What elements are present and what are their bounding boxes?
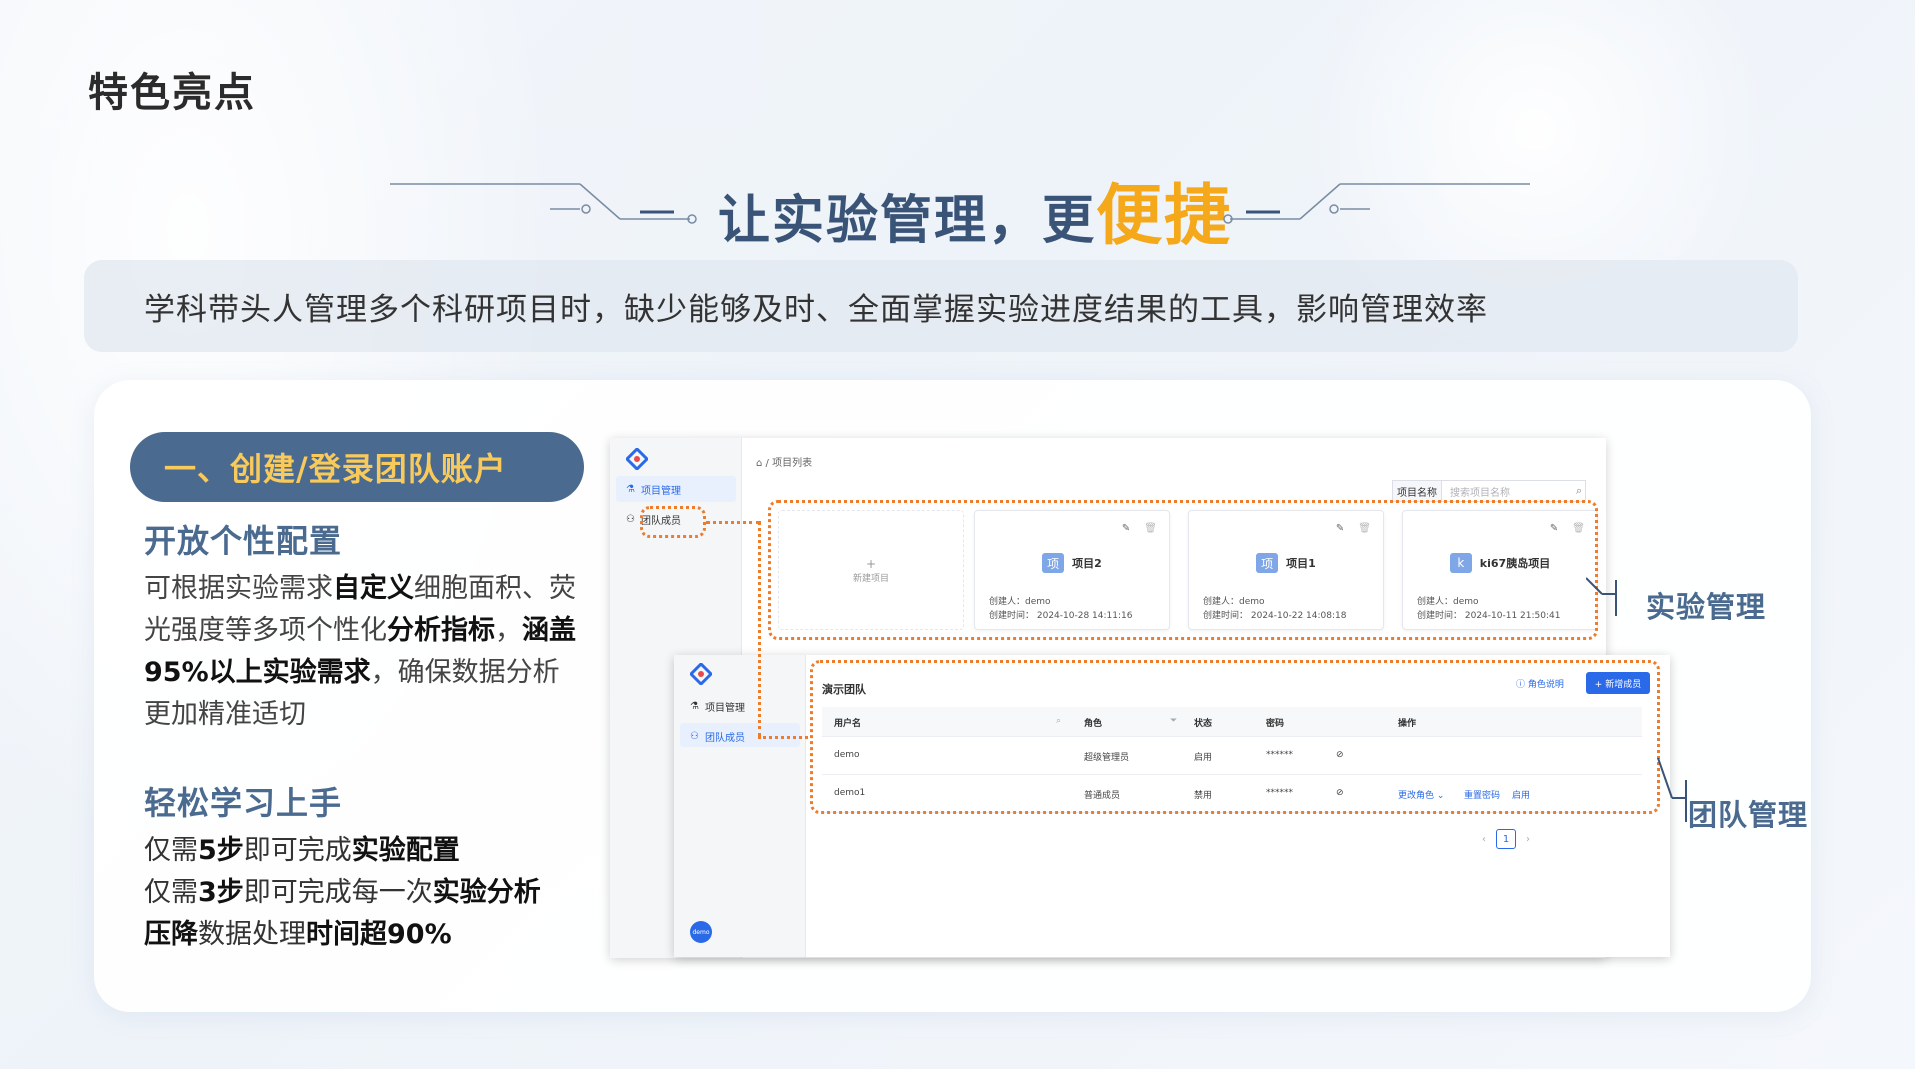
connector-line bbox=[706, 521, 760, 524]
search-input[interactable]: 搜索项目名称 bbox=[1442, 480, 1586, 502]
change-role-link[interactable]: 更改角色 ⌄ bbox=[1398, 788, 1444, 801]
project-name: 项目1 bbox=[1286, 557, 1316, 570]
chevron-down-icon: ⌄ bbox=[1436, 791, 1445, 801]
step-pill: 一、创建/登录团队账户 bbox=[130, 432, 584, 502]
flask-icon: ⚗ bbox=[626, 484, 635, 495]
page-number[interactable]: 1 bbox=[1496, 829, 1516, 849]
filter-icon[interactable]: ⏷ bbox=[1170, 716, 1177, 726]
table-row: demo1 普通成员 禁用 ****** ⊘ 更改角色 ⌄ 重置密码 启用 bbox=[822, 775, 1642, 813]
plus-icon: + bbox=[865, 556, 877, 571]
feature-easy-learning: 轻松学习上手 仅需5步即可完成实验配置 仅需3步即可完成每一次实验分析 压降数据… bbox=[144, 778, 541, 956]
feature2-line3: 压降数据处理时间超90% bbox=[144, 919, 452, 950]
step-label: 一、创建/登录团队账户 bbox=[164, 450, 507, 488]
avatar[interactable]: demo bbox=[690, 921, 712, 943]
title-row: 让实验管理，更便捷 bbox=[0, 150, 1915, 254]
edit-icon[interactable]: ✎ bbox=[1336, 523, 1344, 534]
sidebar: ⚗ 项目管理 ⚇ 团队成员 demo bbox=[674, 655, 806, 957]
delete-icon[interactable]: 🗑 bbox=[1572, 523, 1585, 534]
app-logo-icon bbox=[626, 448, 648, 470]
project-badge: k bbox=[1449, 553, 1472, 573]
main-title-prefix: 让实验管理，更 bbox=[718, 191, 1097, 251]
next-page-icon[interactable]: › bbox=[1526, 834, 1530, 845]
feature-custom-config: 开放个性配置 可根据实验需求自定义细胞面积、荧光强度等多项个性化分析指标，涵盖9… bbox=[144, 516, 584, 736]
feature2-line2: 仅需3步即可完成每一次实验分析 bbox=[144, 877, 541, 908]
add-member-button[interactable]: + 新增成员 bbox=[1586, 672, 1650, 694]
right-circuit-decoration bbox=[1223, 183, 1530, 224]
pain-point-bar: 学科带头人管理多个科研项目时，缺少能够及时、全面掌握实验进度结果的工具，影响管理… bbox=[84, 260, 1798, 352]
prev-page-icon[interactable]: ‹ bbox=[1482, 834, 1486, 845]
project-card[interactable]: ✎ 🗑 项项目2 创建人：demo 创建时间： 2024-10-28 14:11:1… bbox=[974, 510, 1170, 630]
pagination: ‹ 1 › bbox=[1482, 829, 1530, 849]
new-project-card[interactable]: + 新建项目 bbox=[778, 510, 964, 630]
project-badge: 项 bbox=[1256, 553, 1279, 573]
experiment-callout-pointer bbox=[1586, 577, 1617, 616]
feature1-desc: 可根据实验需求自定义细胞面积、荧光强度等多项个性化分析指标，涵盖95%以上实验需… bbox=[144, 573, 576, 730]
experiment-management-callout: 实验管理 bbox=[1646, 590, 1767, 624]
users-icon: ⚇ bbox=[626, 514, 635, 525]
filter-search-icon[interactable]: ⌕ bbox=[1056, 716, 1061, 726]
delete-icon[interactable]: 🗑 bbox=[1358, 523, 1371, 534]
team-title: 演示团队 bbox=[822, 683, 866, 696]
sidebar-item-projects[interactable]: ⚗ 项目管理 bbox=[626, 482, 681, 497]
reset-password-link[interactable]: 重置密码 bbox=[1464, 788, 1500, 801]
table-header: 用户名 ⌕ 角色 ⏷ 状态 密码 操作 bbox=[822, 707, 1642, 737]
home-icon[interactable]: ⌂ bbox=[756, 458, 762, 469]
table-row: demo 超级管理员 启用 ****** ⊘ bbox=[822, 737, 1642, 775]
flask-icon: ⚗ bbox=[690, 701, 699, 712]
pain-point-text: 学科带头人管理多个科研项目时，缺少能够及时、全面掌握实验进度结果的工具，影响管理… bbox=[144, 291, 1488, 328]
enable-link[interactable]: 启用 bbox=[1512, 788, 1530, 801]
team-management-callout: 团队管理 bbox=[1688, 798, 1809, 832]
search-icon[interactable]: ⌕ bbox=[1576, 484, 1582, 498]
project-badge: 项 bbox=[1042, 553, 1065, 573]
edit-icon[interactable]: ✎ bbox=[1550, 523, 1558, 534]
sidebar-item-members[interactable]: ⚇ 团队成员 bbox=[626, 512, 681, 527]
search-label: 项目名称 bbox=[1392, 480, 1442, 502]
role-help-link[interactable]: ⓘ 角色说明 bbox=[1516, 677, 1564, 690]
project-name: 项目2 bbox=[1072, 557, 1102, 570]
app-logo-icon bbox=[690, 663, 712, 685]
eye-off-icon[interactable]: ⊘ bbox=[1336, 750, 1344, 760]
sidebar-item-projects[interactable]: ⚗ 项目管理 bbox=[690, 699, 745, 714]
delete-icon[interactable]: 🗑 bbox=[1144, 523, 1157, 534]
project-name: ki67胰岛项目 bbox=[1479, 557, 1551, 570]
page-heading: 特色亮点 bbox=[88, 70, 256, 116]
connector-line bbox=[758, 736, 808, 739]
project-card[interactable]: ✎ 🗑 项项目1 创建人：demo 创建时间： 2024-10-22 14:08:1… bbox=[1188, 510, 1384, 630]
feature2-title: 轻松学习上手 bbox=[144, 784, 343, 822]
edit-icon[interactable]: ✎ bbox=[1122, 523, 1130, 534]
question-icon: ⓘ bbox=[1516, 680, 1526, 690]
sidebar-item-members[interactable]: ⚇ 团队成员 bbox=[690, 729, 745, 744]
feature2-line1: 仅需5步即可完成实验配置 bbox=[144, 835, 460, 866]
project-card[interactable]: ✎ 🗑 k ki67胰岛项目 创建人：demo 创建时间： 2024-10-11 21… bbox=[1402, 510, 1598, 630]
feature1-title: 开放个性配置 bbox=[144, 522, 343, 560]
main-title: 让实验管理，更便捷 bbox=[718, 162, 1232, 258]
connector-line bbox=[758, 521, 761, 737]
users-icon: ⚇ bbox=[690, 731, 699, 742]
left-circuit-decoration bbox=[390, 183, 697, 224]
breadcrumb: ⌂ / 项目列表 bbox=[756, 458, 813, 469]
eye-off-icon[interactable]: ⊘ bbox=[1336, 788, 1344, 798]
team-members-screenshot: ⚗ 项目管理 ⚇ 团队成员 demo 演示团队 ⓘ 角色说明 + 新增成员 用户名 … bbox=[674, 655, 1670, 957]
